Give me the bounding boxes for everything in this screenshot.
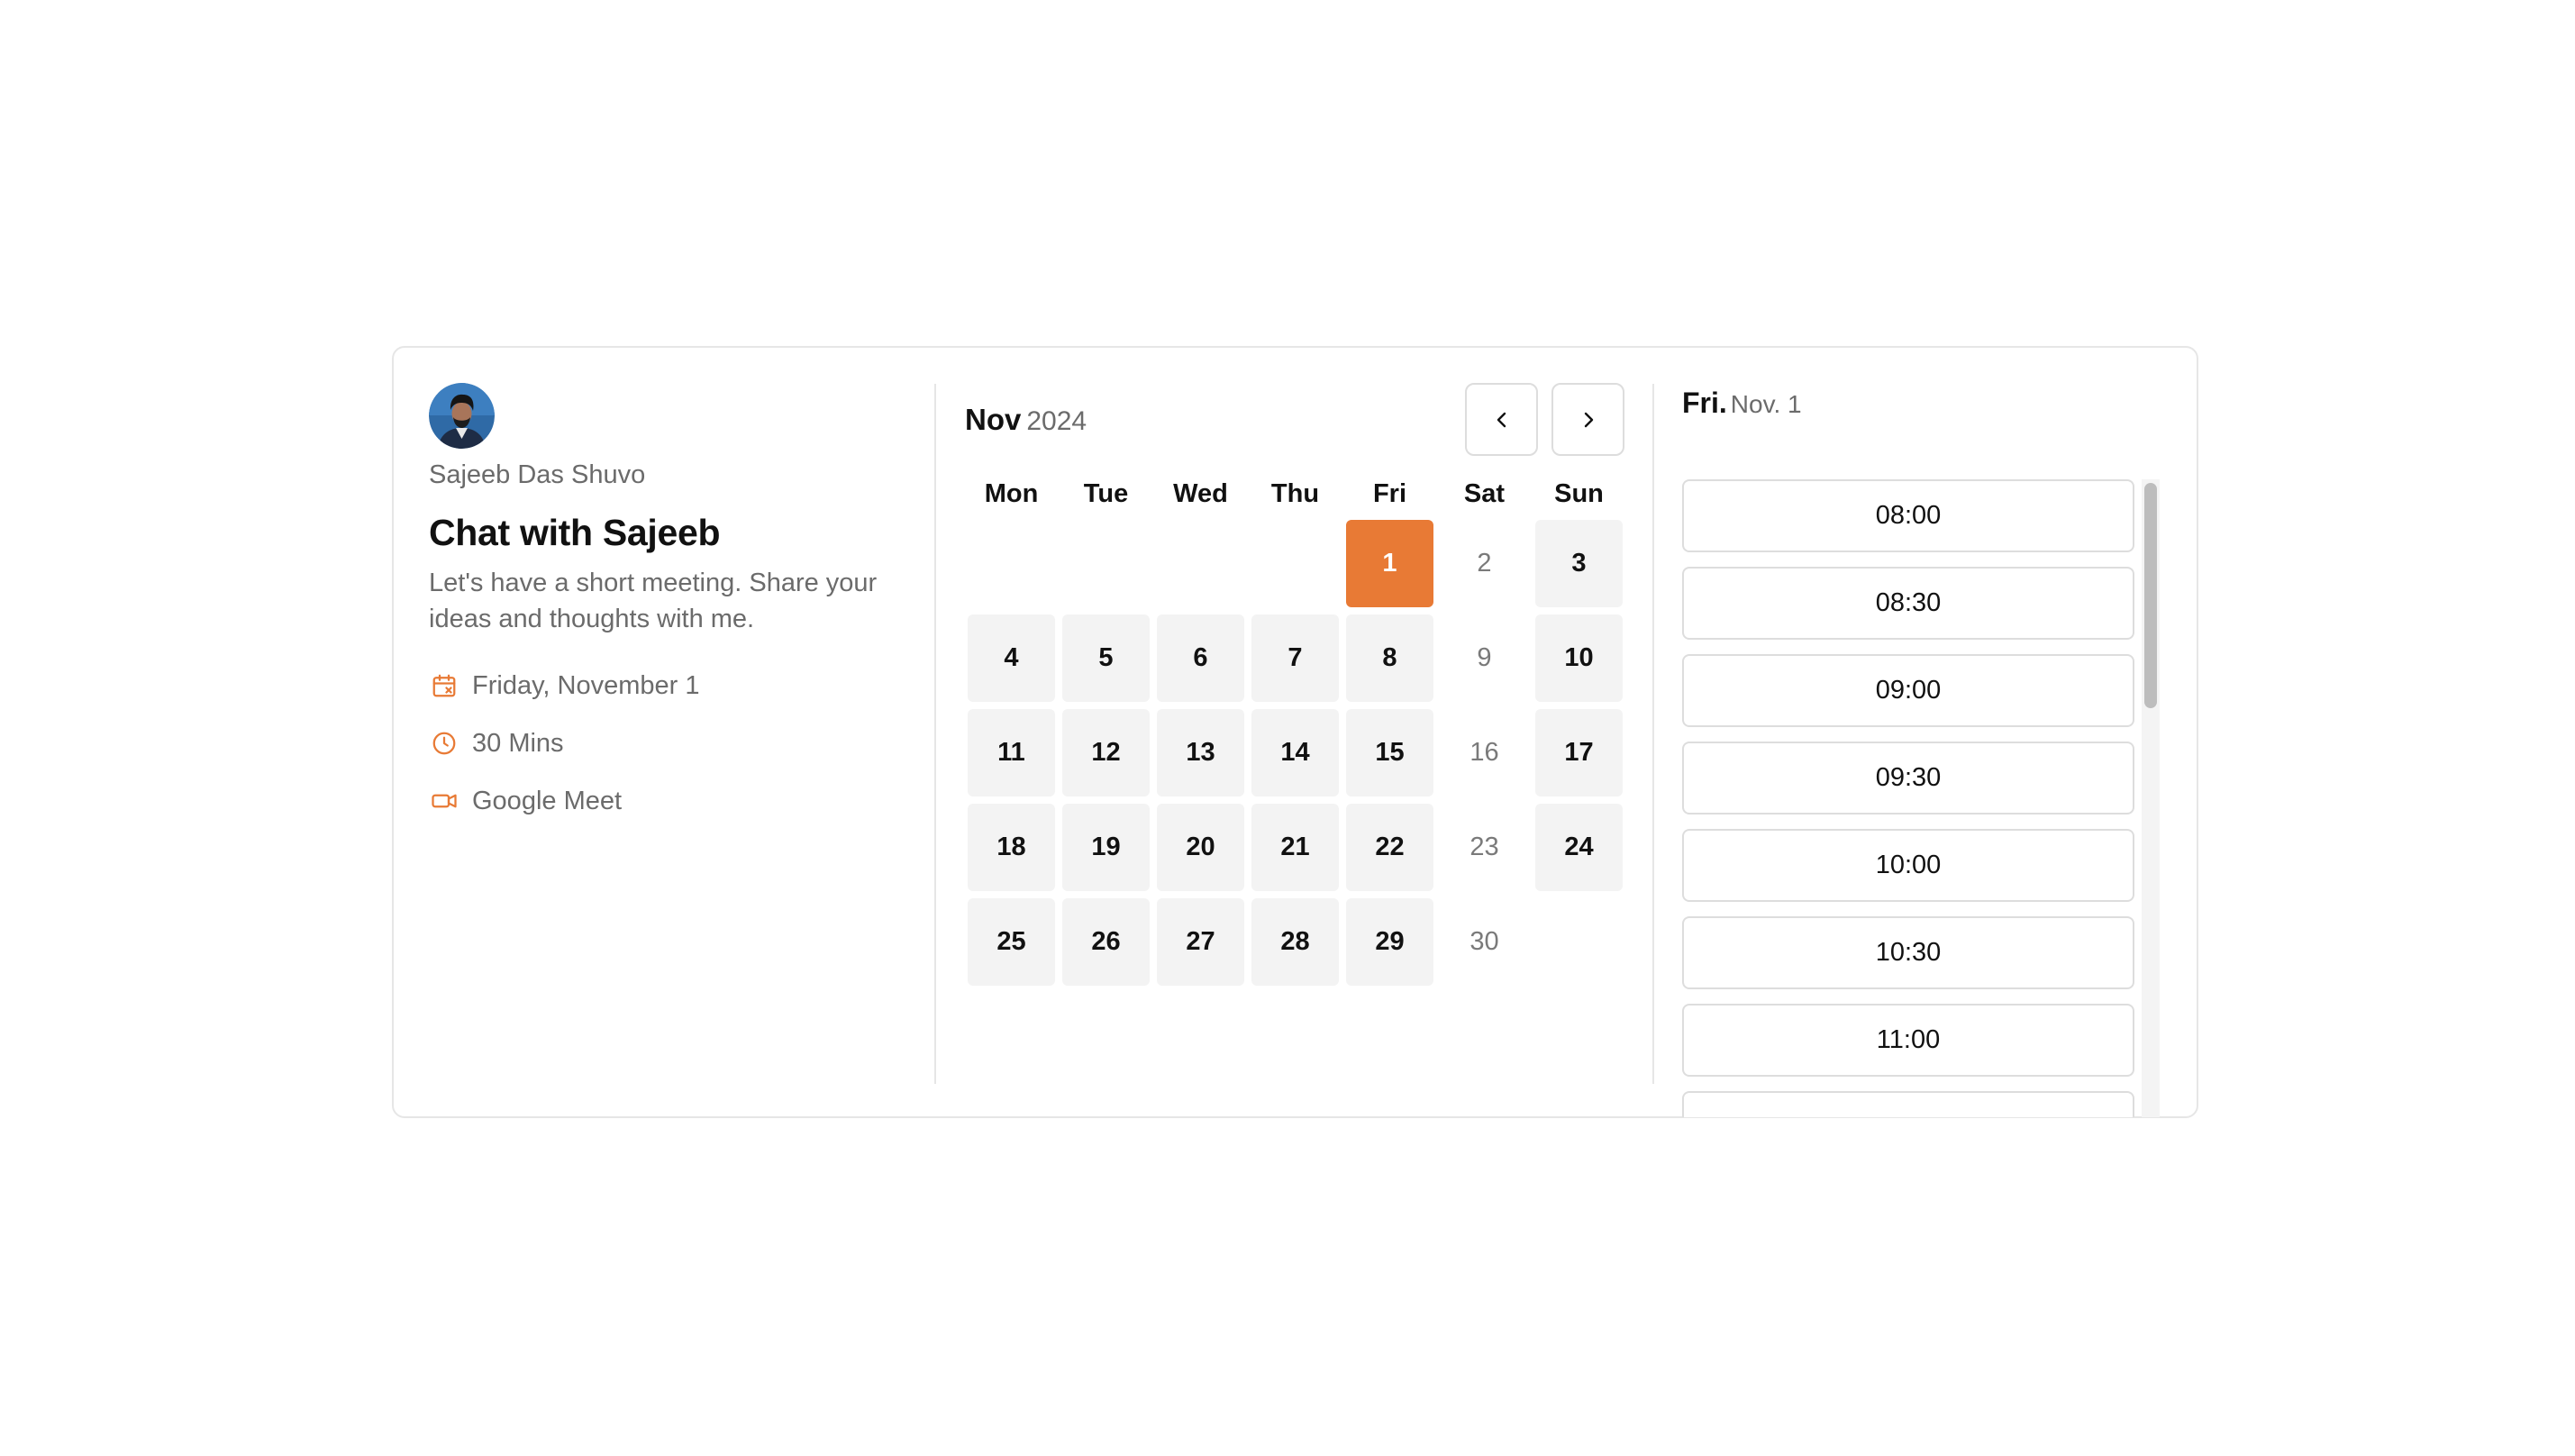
selected-date-header: Fri. Nov. 1 xyxy=(1682,387,2169,418)
day-available[interactable]: 8 xyxy=(1346,614,1433,702)
time-slot-button[interactable]: 08:30 xyxy=(1682,567,2134,640)
day-selected[interactable]: 1 xyxy=(1346,520,1433,607)
previous-month-button[interactable] xyxy=(1465,383,1538,456)
weekday-label: Fri xyxy=(1372,479,1407,508)
weekday-header: Mon Tue Wed Thu Fri Sat Sun xyxy=(968,478,1623,509)
selected-day: Fri. xyxy=(1682,387,1727,419)
day-available[interactable]: 14 xyxy=(1251,709,1339,796)
chevron-right-icon xyxy=(1584,412,1593,427)
clock-icon xyxy=(429,728,459,759)
weekday-label: Mon xyxy=(984,479,1039,508)
day-available[interactable]: 27 xyxy=(1157,898,1244,986)
event-title: Chat with Sajeeb xyxy=(429,512,721,553)
day-unavailable: 23 xyxy=(1469,833,1499,861)
weekday-label: Wed xyxy=(1173,479,1228,508)
day-available[interactable]: 15 xyxy=(1346,709,1433,796)
calendar: Nov 2024 Mon Tue Wed Thu Fri Sat Sun 1234567891… xyxy=(965,383,1624,1086)
day-available[interactable]: 19 xyxy=(1062,804,1150,891)
time-slot-list: 08:00 08:30 09:00 09:30 10:00 10:30 11:00 xyxy=(1682,479,2134,1117)
scrollbar-thumb[interactable] xyxy=(2144,483,2157,708)
time-slot-button[interactable]: 10:30 xyxy=(1682,916,2134,989)
divider xyxy=(934,384,936,1084)
event-location-row: Google Meet xyxy=(429,772,933,830)
day-grid: 1 2 3 4 5 6 7 8 9 10 11 12 13 14 15 16 17 18 19 20 21 22 23 24 2… xyxy=(968,520,1623,986)
day-empty xyxy=(1251,520,1339,607)
time-slot-button[interactable]: 10:00 xyxy=(1682,829,2134,902)
time-slots-panel: Fri. Nov. 1 08:00 08:30 09:00 09:30 10:00 10:3… xyxy=(1682,383,2169,1117)
day-available[interactable]: 5 xyxy=(1062,614,1150,702)
event-meta: Friday, November 1 30 Mins Google Meet xyxy=(429,657,933,830)
day-available[interactable]: 11 xyxy=(968,709,1055,796)
weekday-label: Sat xyxy=(1463,479,1506,508)
day-available[interactable]: 4 xyxy=(968,614,1055,702)
video-camera-icon xyxy=(429,786,459,816)
selected-date: Nov. 1 xyxy=(1730,390,1802,418)
day-available[interactable]: 20 xyxy=(1157,804,1244,891)
day-available[interactable]: 24 xyxy=(1535,804,1623,891)
day-empty xyxy=(1535,898,1623,986)
day-available[interactable]: 21 xyxy=(1251,804,1339,891)
event-duration: 30 Mins xyxy=(472,728,564,758)
weekday-label: Tue xyxy=(1083,479,1129,508)
next-month-button[interactable] xyxy=(1551,383,1624,456)
calendar-icon xyxy=(429,670,459,701)
event-date: Friday, November 1 xyxy=(472,670,700,700)
day-unavailable: 9 xyxy=(1477,643,1492,672)
time-slot-button[interactable]: 09:00 xyxy=(1682,654,2134,727)
event-date-row: Friday, November 1 xyxy=(429,657,933,714)
calendar-header: Nov 2024 xyxy=(965,383,1624,457)
month-label: Nov 2024 xyxy=(965,403,1087,437)
day-available[interactable]: 29 xyxy=(1346,898,1433,986)
day-available[interactable]: 3 xyxy=(1535,520,1623,607)
event-info-panel: Sajeeb Das Shuvo Chat with Sajeeb Let's … xyxy=(429,383,933,1086)
day-empty xyxy=(968,520,1055,607)
day-available[interactable]: 17 xyxy=(1535,709,1623,796)
month-name: Nov xyxy=(965,403,1022,436)
day-available[interactable]: 18 xyxy=(968,804,1055,891)
event-description: Let's have a short meeting. Share your i… xyxy=(429,569,878,633)
day-available[interactable]: 26 xyxy=(1062,898,1150,986)
day-available[interactable]: 6 xyxy=(1157,614,1244,702)
event-location: Google Meet xyxy=(472,786,623,815)
time-slot-button[interactable] xyxy=(1682,1091,2134,1117)
day-available[interactable]: 28 xyxy=(1251,898,1339,986)
weekday-label: Sun xyxy=(1554,479,1604,508)
day-empty xyxy=(1062,520,1150,607)
time-slot-button[interactable]: 09:30 xyxy=(1682,742,2134,814)
weekday-label: Thu xyxy=(1270,479,1320,508)
avatar xyxy=(429,383,495,449)
day-available[interactable]: 12 xyxy=(1062,709,1150,796)
event-duration-row: 30 Mins xyxy=(429,714,933,772)
day-unavailable: 16 xyxy=(1469,738,1499,767)
time-slot-button[interactable]: 08:00 xyxy=(1682,479,2134,552)
booking-card: Sajeeb Das Shuvo Chat with Sajeeb Let's … xyxy=(392,346,2198,1118)
day-unavailable: 30 xyxy=(1469,927,1499,956)
day-available[interactable]: 7 xyxy=(1251,614,1339,702)
day-available[interactable]: 25 xyxy=(968,898,1055,986)
scrollbar[interactable] xyxy=(2142,479,2160,1117)
host-name: Sajeeb Das Shuvo xyxy=(429,460,646,489)
day-unavailable: 2 xyxy=(1477,549,1492,578)
day-available[interactable]: 13 xyxy=(1157,709,1244,796)
year: 2024 xyxy=(1026,406,1087,436)
chevron-left-icon xyxy=(1497,412,1506,427)
divider xyxy=(1652,384,1654,1084)
day-empty xyxy=(1157,520,1244,607)
time-slot-button[interactable]: 11:00 xyxy=(1682,1004,2134,1077)
day-available[interactable]: 22 xyxy=(1346,804,1433,891)
day-available[interactable]: 10 xyxy=(1535,614,1623,702)
